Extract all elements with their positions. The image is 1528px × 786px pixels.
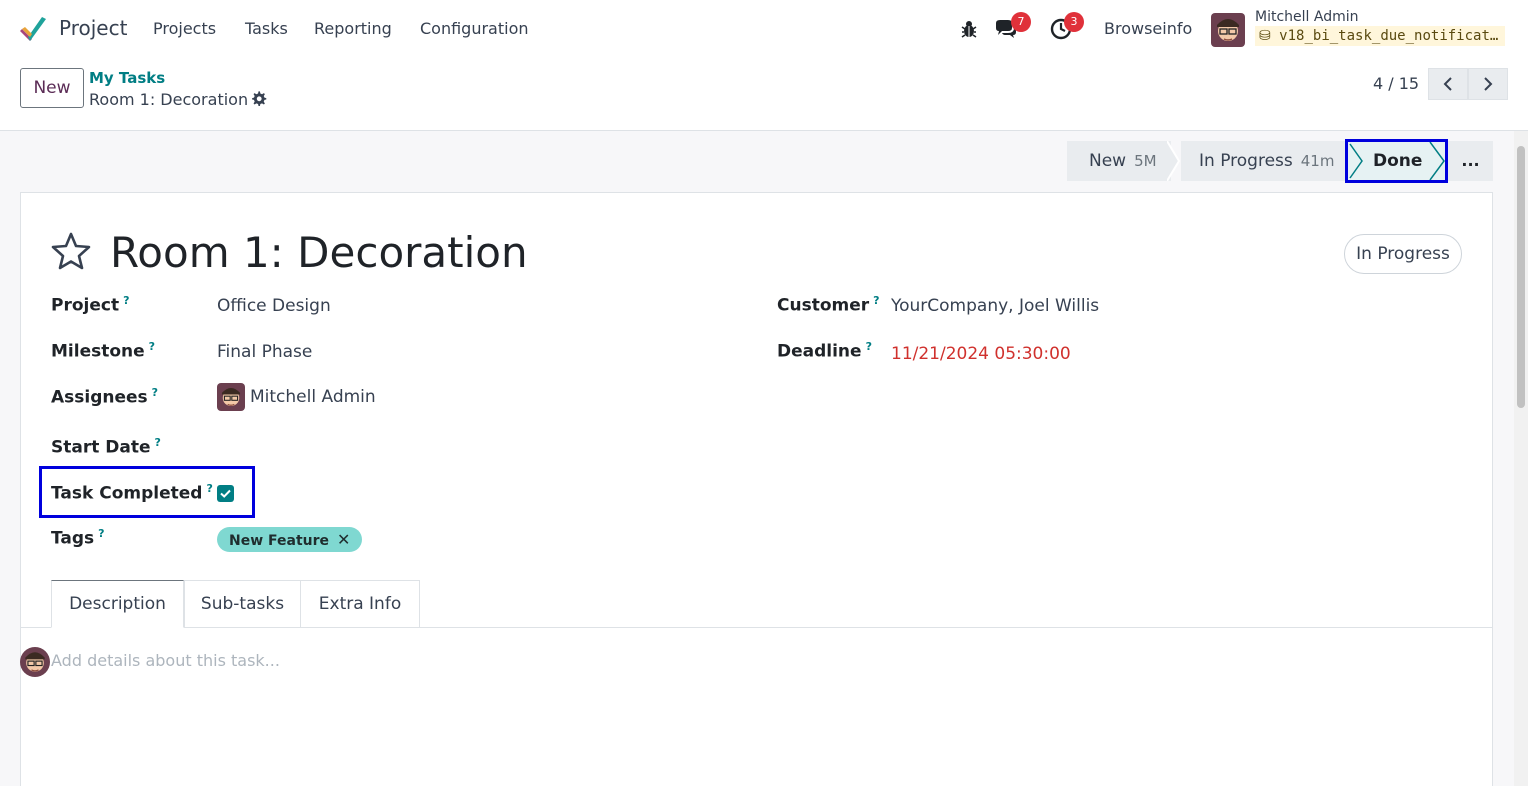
task-completed-checkbox[interactable] xyxy=(217,485,234,502)
project-label: Project? xyxy=(51,294,129,316)
assignee-name[interactable]: Mitchell Admin xyxy=(250,387,376,407)
deadline-help[interactable]: ? xyxy=(866,340,872,353)
pager-next-button[interactable] xyxy=(1468,68,1508,100)
assignees-label-text: Assignees xyxy=(51,387,148,408)
stages-more-button[interactable]: ... xyxy=(1448,141,1493,181)
company-switcher[interactable]: Browseinfo xyxy=(1104,19,1192,38)
milestone-help[interactable]: ? xyxy=(149,340,155,353)
deadline-field[interactable]: 11/21/2024 05:30:00 xyxy=(891,344,1071,364)
project-help[interactable]: ? xyxy=(123,294,129,307)
milestone-label-text: Milestone xyxy=(51,341,145,362)
start-date-label: Start Date? xyxy=(51,436,161,458)
stage-new-label: New xyxy=(1089,151,1127,171)
gear-icon[interactable] xyxy=(250,90,267,107)
task-state-button[interactable]: In Progress xyxy=(1344,234,1462,274)
menu-reporting[interactable]: Reporting xyxy=(314,19,392,38)
stage-in-progress[interactable]: In Progress 41m xyxy=(1181,141,1346,181)
description-editor[interactable]: Add details about this task... xyxy=(51,651,280,670)
user-name[interactable]: Mitchell Admin xyxy=(1255,9,1359,25)
project-field[interactable]: Office Design xyxy=(217,296,331,316)
menu-configuration[interactable]: Configuration xyxy=(420,19,529,38)
assignees-label: Assignees? xyxy=(51,386,158,408)
task-completed-help[interactable]: ? xyxy=(206,482,212,495)
tags-label: Tags? xyxy=(51,527,105,549)
database-label: v18_bi_task_due_notification xyxy=(1279,28,1505,44)
menu-tasks[interactable]: Tasks xyxy=(245,19,288,38)
tab-sub-tasks[interactable]: Sub-tasks xyxy=(184,580,301,628)
stage-new-duration: 5M xyxy=(1134,152,1157,170)
pager-value[interactable]: 4 / 15 xyxy=(1373,74,1419,93)
tag-new-feature[interactable]: New Feature ✕ xyxy=(217,527,363,552)
activities-badge: 3 xyxy=(1064,12,1084,32)
start-date-label-text: Start Date xyxy=(51,437,151,458)
messages-badge: 7 xyxy=(1011,12,1031,32)
start-date-help[interactable]: ? xyxy=(155,436,161,449)
top-navbar: Project Projects Tasks Reporting Configu… xyxy=(0,0,1528,58)
tag-label: New Feature xyxy=(229,533,330,549)
stage-separator-icon xyxy=(1167,141,1181,181)
stage-new[interactable]: New 5M xyxy=(1067,141,1171,181)
tab-description[interactable]: Description xyxy=(51,580,184,628)
breadcrumb-my-tasks[interactable]: My Tasks xyxy=(89,69,165,87)
database-name: ⛁ v18_bi_task_due_notification xyxy=(1255,26,1505,46)
database-icon: ⛁ xyxy=(1259,28,1271,44)
milestone-label: Milestone? xyxy=(51,340,155,362)
breadcrumb-current: Room 1: Decoration xyxy=(89,90,249,109)
star-favorite-icon[interactable] xyxy=(51,232,91,270)
task-completed-label-text: Task Completed xyxy=(51,483,203,504)
task-completed-label: Task Completed? xyxy=(51,482,213,504)
customer-label-text: Customer xyxy=(777,295,870,316)
scrollbar-thumb[interactable] xyxy=(1517,146,1525,408)
customer-help[interactable]: ? xyxy=(873,294,879,307)
menu-projects[interactable]: Projects xyxy=(153,19,216,38)
tags-help[interactable]: ? xyxy=(98,527,104,540)
task-title[interactable]: Room 1: Decoration xyxy=(110,228,528,277)
app-name[interactable]: Project xyxy=(59,16,127,40)
new-button[interactable]: New xyxy=(20,68,84,108)
user-avatar[interactable] xyxy=(1211,13,1245,47)
debug-bug-icon[interactable] xyxy=(957,17,981,41)
stage-done[interactable]: Done xyxy=(1345,139,1448,183)
milestone-field[interactable]: Final Phase xyxy=(217,342,312,362)
stage-arrow-right-icon xyxy=(1429,142,1445,180)
start-date-field[interactable] xyxy=(217,436,417,458)
customer-label: Customer? xyxy=(777,294,880,316)
checkmark-icon xyxy=(220,489,231,498)
project-label-text: Project xyxy=(51,295,120,316)
tag-remove-icon[interactable]: ✕ xyxy=(337,527,350,552)
tags-label-text: Tags xyxy=(51,528,95,549)
stage-in-progress-duration: 41m xyxy=(1300,152,1335,170)
assignees-help[interactable]: ? xyxy=(152,386,158,399)
pager-previous-button[interactable] xyxy=(1428,68,1468,100)
deadline-label-text: Deadline xyxy=(777,341,862,362)
chevron-left-icon xyxy=(1443,77,1452,91)
stage-done-label: Done xyxy=(1373,151,1423,171)
assignee-avatar[interactable] xyxy=(217,383,245,411)
customer-field[interactable]: YourCompany, Joel Willis xyxy=(891,296,1099,316)
stage-in-progress-label: In Progress xyxy=(1199,151,1293,171)
chevron-right-icon xyxy=(1484,77,1493,91)
tab-extra-info[interactable]: Extra Info xyxy=(300,580,420,628)
description-author-avatar xyxy=(20,647,50,677)
project-app-logo-icon[interactable] xyxy=(18,15,48,43)
stage-arrow-left-icon xyxy=(1349,143,1363,179)
deadline-label: Deadline? xyxy=(777,340,872,362)
